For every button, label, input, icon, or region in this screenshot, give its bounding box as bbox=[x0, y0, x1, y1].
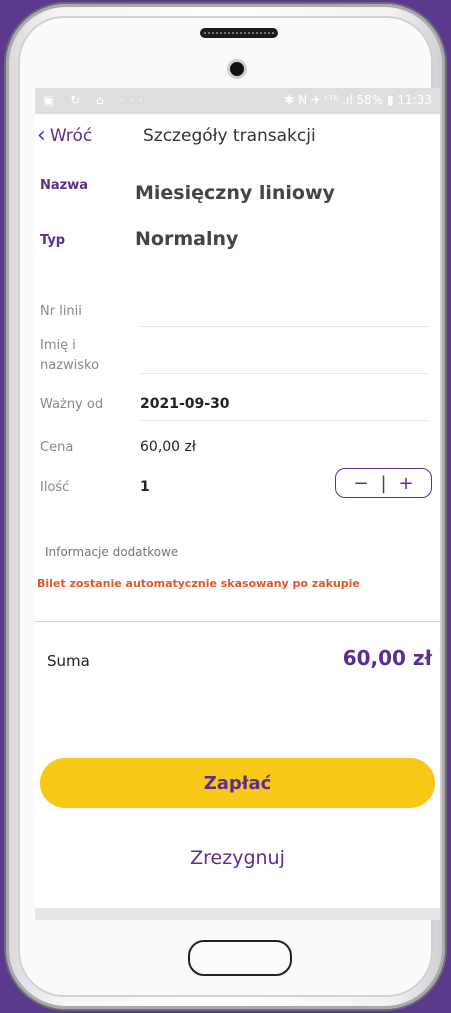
quantity-stepper: − | + bbox=[335, 468, 432, 498]
front-camera bbox=[230, 62, 244, 76]
stepper-divider: | bbox=[380, 472, 387, 494]
pay-button[interactable]: Zapłać bbox=[40, 758, 435, 808]
sum-value: 60,00 zł bbox=[342, 646, 432, 670]
imie-label-line1: Imię i bbox=[40, 338, 76, 353]
chevron-left-icon: ‹ bbox=[37, 123, 46, 148]
sum-label: Suma bbox=[47, 652, 90, 670]
typ-value: Normalny bbox=[135, 228, 239, 250]
back-button[interactable]: ‹ Wróć bbox=[37, 123, 93, 148]
imie-nazwisko-field[interactable] bbox=[140, 373, 430, 374]
nr-linii-label: Nr linii bbox=[40, 304, 82, 319]
page-title: Szczegóły transakcji bbox=[143, 126, 316, 146]
typ-label: Typ bbox=[40, 233, 66, 248]
ilosc-value: 1 bbox=[140, 479, 150, 495]
minus-button[interactable]: − bbox=[347, 473, 374, 494]
bottom-strip bbox=[35, 908, 440, 920]
cancel-button[interactable]: Zrezygnuj bbox=[35, 847, 440, 869]
cena-label: Cena bbox=[40, 440, 74, 455]
section-divider bbox=[35, 621, 440, 622]
status-bar: ▣ ↻ ⌂ ··· ✱ N ✈ ᴸᵀᴱ .ıl 58% ▮ 11:33 bbox=[35, 88, 440, 114]
app-screen: ▣ ↻ ⌂ ··· ✱ N ✈ ᴸᵀᴱ .ıl 58% ▮ 11:33 ‹ Wr… bbox=[35, 88, 440, 920]
info-label: Informacje dodatkowe bbox=[45, 545, 179, 559]
header: ‹ Wróć Szczegóły transakcji bbox=[35, 114, 440, 164]
speaker-grille bbox=[200, 28, 278, 38]
home-button[interactable] bbox=[188, 940, 292, 976]
imie-label-line2: nazwisko bbox=[40, 358, 100, 373]
ilosc-label: Ilość bbox=[40, 480, 70, 495]
status-left-icons: ▣ ↻ ⌂ ··· bbox=[43, 93, 149, 107]
wazny-od-label: Ważny od bbox=[40, 397, 104, 412]
back-label: Wróć bbox=[49, 126, 93, 146]
nazwa-label: Nazwa bbox=[40, 178, 89, 193]
nr-linii-field[interactable] bbox=[140, 326, 430, 327]
info-warning-text: Bilet zostanie automatycznie skasowany p… bbox=[37, 577, 360, 590]
cena-value: 60,00 zł bbox=[140, 439, 196, 455]
nazwa-value: Miesięczny liniowy bbox=[135, 182, 335, 204]
status-right-info: ✱ N ✈ ᴸᵀᴱ .ıl 58% ▮ 11:33 bbox=[284, 93, 432, 107]
wazny-od-value: 2021-09-30 bbox=[140, 396, 230, 412]
wazny-od-divider bbox=[140, 420, 430, 421]
plus-button[interactable]: + bbox=[393, 473, 420, 494]
